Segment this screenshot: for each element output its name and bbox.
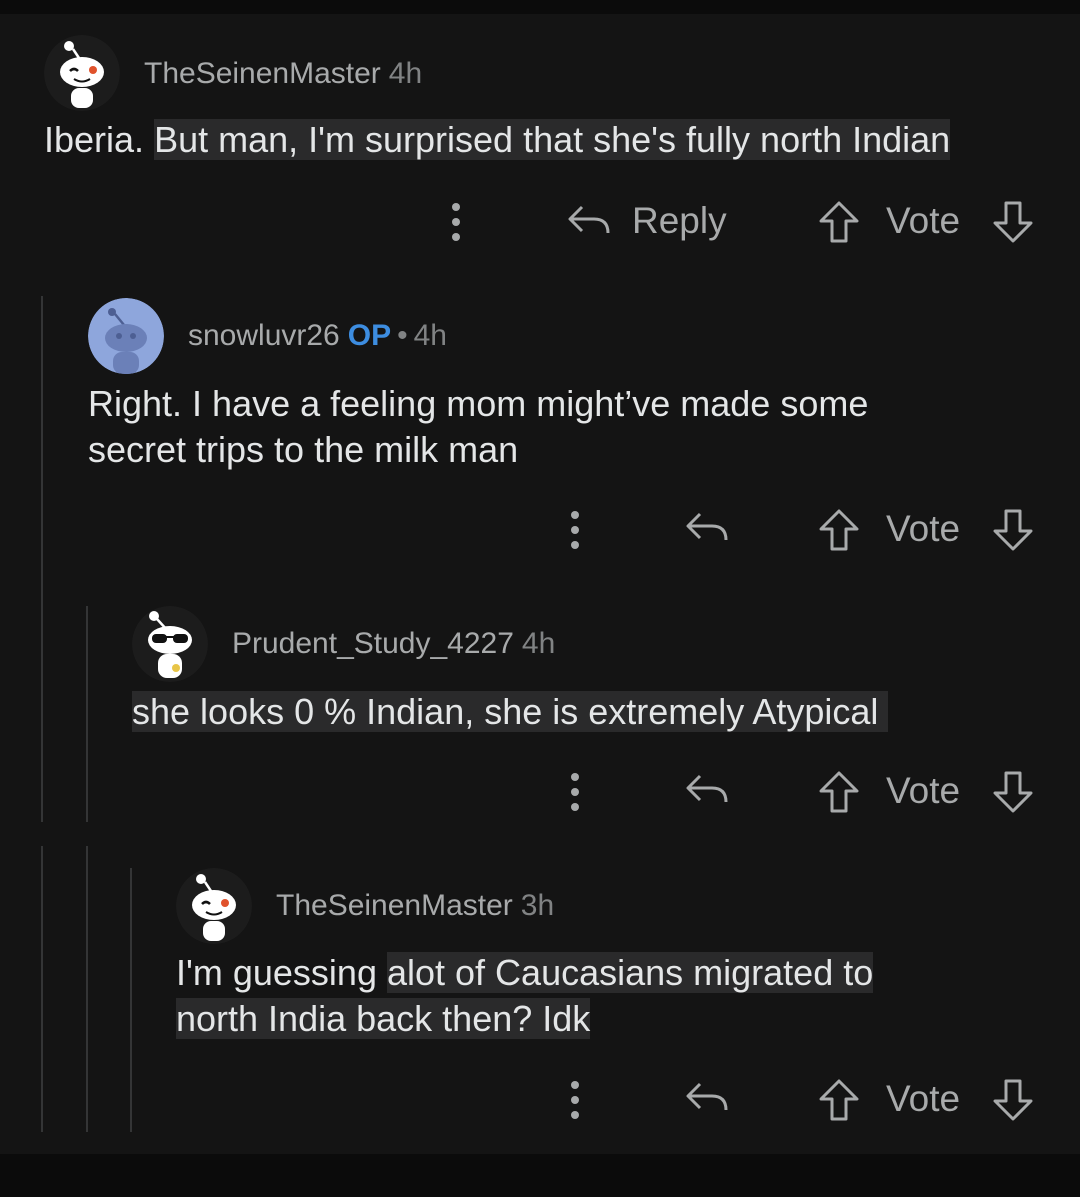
more-options-button[interactable] [565, 1080, 585, 1120]
reply-icon [684, 508, 730, 548]
reply-label: Reply [632, 200, 727, 241]
upvote-icon [818, 770, 860, 814]
more-options-button[interactable] [446, 202, 466, 242]
downvote-icon [992, 1078, 1034, 1122]
comment-text: Iberia. [44, 119, 155, 160]
comment-text-highlight: she looks 0 % Indian, she is extremely A… [132, 691, 889, 732]
comment-text-line: secret trips to the milk man [88, 429, 519, 470]
timestamp: 4h [413, 319, 447, 352]
upvote-icon [818, 1078, 860, 1122]
reply-button[interactable] [684, 770, 730, 810]
upvote-icon [818, 200, 860, 244]
more-options-button[interactable] [565, 772, 585, 812]
reply-icon [566, 201, 612, 241]
username[interactable]: Prudent_Study_4227 [232, 627, 514, 660]
comment-body: she looks 0 % Indian, she is extremely A… [132, 689, 889, 735]
thread-line[interactable] [86, 606, 88, 822]
vote-score: Vote [886, 508, 960, 550]
comment-text-highlight: But man, I'm surprised that she's fully … [154, 119, 951, 160]
thread-line[interactable] [41, 296, 43, 822]
comment-body: Iberia. But man, I'm surprised that she'… [44, 117, 951, 163]
comment-meta: Prudent_Study_4227 4h [232, 626, 555, 662]
snoo-winking-avatar[interactable] [44, 35, 120, 111]
bottom-bar [0, 1154, 1080, 1197]
reply-icon [684, 770, 730, 810]
snoo-blue-avatar[interactable] [88, 298, 164, 374]
vote-score: Vote [886, 200, 960, 242]
vote-label: Vote [886, 1078, 961, 1119]
username[interactable]: TheSeinenMaster [276, 889, 513, 922]
vote-score: Vote [886, 1078, 960, 1120]
reply-icon [684, 1078, 730, 1118]
comment-text-highlight: alot of Caucasians migrated to [386, 952, 874, 993]
username[interactable]: snowluvr26 [188, 319, 340, 352]
upvote-button[interactable] [818, 508, 860, 552]
downvote-icon [992, 508, 1034, 552]
vote-score: Vote [886, 770, 960, 812]
downvote-button[interactable] [992, 200, 1034, 244]
comment-meta: TheSeinenMaster 3h [276, 888, 554, 924]
downvote-button[interactable] [992, 1078, 1034, 1122]
comment-text-line: Right. I have a feeling mom might’ve mad… [88, 383, 869, 424]
comment-meta: TheSeinenMaster 4h [144, 56, 422, 92]
vote-label: Vote [886, 770, 961, 811]
snoo-sunglasses-avatar[interactable] [132, 606, 208, 682]
thread-line[interactable] [130, 868, 132, 1132]
upvote-button[interactable] [818, 770, 860, 814]
snoo-winking-avatar[interactable] [176, 868, 252, 944]
downvote-button[interactable] [992, 508, 1034, 552]
comment-body: Right. I have a feeling mom might’ve mad… [88, 381, 868, 473]
comment-text: I'm guessing [176, 952, 387, 993]
reply-button[interactable] [684, 508, 730, 548]
comment-text-highlight: north India back then? Idk [176, 998, 591, 1039]
separator: • [397, 319, 408, 352]
username[interactable]: TheSeinenMaster [144, 57, 381, 90]
vote-label: Vote [886, 508, 961, 549]
reply-button[interactable] [684, 1078, 730, 1118]
upvote-icon [818, 508, 860, 552]
downvote-icon [992, 770, 1034, 814]
timestamp: 4h [521, 627, 556, 660]
comment-body: I'm guessing alot of Caucasians migrated… [176, 950, 874, 1042]
timestamp: 4h [388, 57, 423, 90]
op-badge: OP [347, 319, 392, 352]
timestamp: 3h [520, 889, 555, 922]
vote-label: Vote [886, 200, 961, 241]
upvote-button[interactable] [818, 1078, 860, 1122]
upvote-button[interactable] [818, 200, 860, 244]
downvote-icon [992, 200, 1034, 244]
thread-line[interactable] [86, 846, 88, 1132]
comment-meta: snowluvr26 OP • 4h [188, 318, 447, 354]
thread-line[interactable] [41, 846, 43, 1132]
downvote-button[interactable] [992, 770, 1034, 814]
more-options-button[interactable] [565, 510, 585, 550]
reply-button[interactable]: Reply [566, 200, 727, 242]
